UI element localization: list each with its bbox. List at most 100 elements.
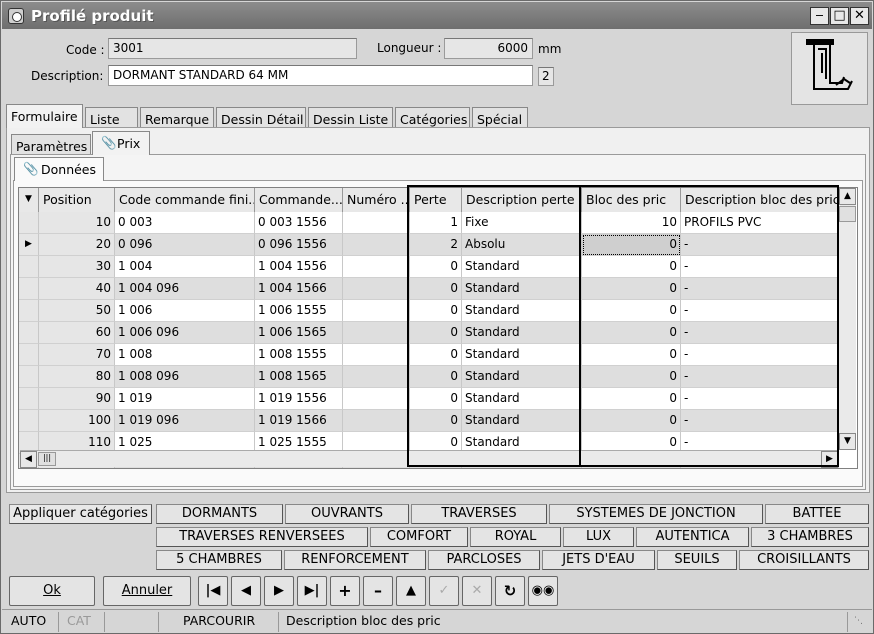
cell-bloc[interactable]: 0: [582, 410, 681, 432]
cell-code[interactable]: 1 008: [115, 344, 255, 366]
cell-code[interactable]: 1 006 096: [115, 322, 255, 344]
cell-desc-perte[interactable]: Standard: [462, 388, 582, 410]
category-button[interactable]: TRAVERSES: [411, 504, 547, 524]
col-header-position[interactable]: Position: [39, 188, 115, 212]
row-indicator[interactable]: [19, 366, 39, 388]
previous-record-icon[interactable]: ◀: [231, 576, 261, 606]
cell-desc-bloc[interactable]: -: [681, 234, 839, 256]
maximize-button[interactable]: □: [830, 7, 849, 25]
longueur-field[interactable]: 6000: [444, 38, 533, 59]
delete-record-icon[interactable]: –: [363, 576, 393, 606]
cell-numero[interactable]: [343, 212, 410, 234]
edit-record-icon[interactable]: ▲: [396, 576, 426, 606]
cell-bloc[interactable]: 0: [582, 234, 681, 256]
cell-numero[interactable]: [343, 256, 410, 278]
cell-commande[interactable]: 0 003 1556: [255, 212, 343, 234]
cell-numero[interactable]: [343, 322, 410, 344]
cell-commande[interactable]: 1 008 1565: [255, 366, 343, 388]
cell-desc-bloc[interactable]: -: [681, 322, 839, 344]
cell-perte[interactable]: 0: [410, 388, 462, 410]
cell-desc-perte[interactable]: Standard: [462, 278, 582, 300]
cell-bloc[interactable]: 0: [582, 322, 681, 344]
code-field[interactable]: 3001: [108, 38, 357, 59]
description-field[interactable]: DORMANT STANDARD 64 MM: [108, 65, 533, 86]
cell-desc-bloc[interactable]: -: [681, 278, 839, 300]
tab-categories[interactable]: Catégories: [395, 107, 470, 129]
table-row[interactable]: 100 1 019 096 1 019 1566 0 Standard 0-: [19, 410, 839, 432]
cell-code[interactable]: 0 003: [115, 212, 255, 234]
scroll-down-icon[interactable]: ▼: [839, 433, 856, 450]
cell-bloc[interactable]: 0: [582, 388, 681, 410]
table-row[interactable]: 50 1 006 1 006 1555 0 Standard 0-: [19, 300, 839, 322]
cell-perte[interactable]: 0: [410, 344, 462, 366]
cell-commande[interactable]: 0 096 1556: [255, 234, 343, 256]
cell-bloc[interactable]: 0: [582, 344, 681, 366]
resize-grip-icon[interactable]: ⋱: [854, 616, 863, 634]
row-indicator[interactable]: [19, 388, 39, 410]
cell-position[interactable]: 50: [39, 300, 115, 322]
annuler-button[interactable]: Annuler: [103, 576, 191, 606]
table-row[interactable]: 80 1 008 096 1 008 1565 0 Standard 0-: [19, 366, 839, 388]
cell-desc-perte[interactable]: Fixe: [462, 212, 582, 234]
row-indicator[interactable]: [19, 344, 39, 366]
minimize-button[interactable]: ‒: [810, 7, 829, 25]
cell-numero[interactable]: [343, 300, 410, 322]
cell-perte[interactable]: 2: [410, 234, 462, 256]
category-button[interactable]: OUVRANTS: [285, 504, 409, 524]
cell-numero[interactable]: [343, 234, 410, 256]
last-record-icon[interactable]: ▶|: [297, 576, 327, 606]
table-row[interactable]: 90 1 019 1 019 1556 0 Standard 0-: [19, 388, 839, 410]
cell-position[interactable]: 70: [39, 344, 115, 366]
table-row[interactable]: 30 1 004 1 004 1556 0 Standard 0-: [19, 256, 839, 278]
category-button[interactable]: JETS D'EAU: [542, 550, 655, 570]
table-row[interactable]: 40 1 004 096 1 004 1566 0 Standard 0-: [19, 278, 839, 300]
cell-numero[interactable]: [343, 388, 410, 410]
row-indicator[interactable]: [19, 322, 39, 344]
row-indicator[interactable]: [19, 410, 39, 432]
category-button[interactable]: LUX: [563, 527, 634, 547]
column-menu-icon[interactable]: ▼: [19, 188, 39, 212]
cell-code[interactable]: 1 006: [115, 300, 255, 322]
cell-desc-bloc[interactable]: -: [681, 344, 839, 366]
horizontal-scroll-thumb[interactable]: |||: [38, 452, 56, 466]
col-header-desc-bloc[interactable]: Description bloc des pric: [681, 188, 839, 212]
current-row-indicator-icon[interactable]: ▶: [19, 234, 39, 256]
cell-position[interactable]: 10: [39, 212, 115, 234]
category-button[interactable]: AUTENTICA: [636, 527, 749, 547]
cell-desc-bloc[interactable]: -: [681, 366, 839, 388]
category-button[interactable]: DORMANTS: [156, 504, 283, 524]
category-button[interactable]: TRAVERSES RENVERSEES: [156, 527, 368, 547]
cell-desc-perte[interactable]: Standard: [462, 322, 582, 344]
cell-desc-perte[interactable]: Standard: [462, 366, 582, 388]
cell-commande[interactable]: 1 004 1556: [255, 256, 343, 278]
tab-special[interactable]: Spécial: [472, 107, 528, 129]
cell-desc-perte[interactable]: Standard: [462, 256, 582, 278]
tab-donnees[interactable]: 📎 Données: [14, 157, 104, 181]
cell-desc-bloc[interactable]: -: [681, 410, 839, 432]
cell-position[interactable]: 100: [39, 410, 115, 432]
cell-desc-bloc[interactable]: -: [681, 388, 839, 410]
category-button[interactable]: 3 CHAMBRES: [751, 527, 869, 547]
category-button[interactable]: RENFORCEMENT: [284, 550, 426, 570]
first-record-icon[interactable]: |◀: [198, 576, 228, 606]
tab-dessin-detail[interactable]: Dessin Détail: [216, 107, 306, 129]
category-button[interactable]: BATTEE: [765, 504, 869, 524]
tab-formulaire[interactable]: Formulaire: [6, 104, 83, 128]
cell-desc-perte[interactable]: Standard: [462, 410, 582, 432]
cell-desc-perte[interactable]: Standard: [462, 300, 582, 322]
cell-commande[interactable]: 1 008 1555: [255, 344, 343, 366]
cell-numero[interactable]: [343, 366, 410, 388]
category-button[interactable]: PARCLOSES: [428, 550, 540, 570]
row-indicator[interactable]: [19, 212, 39, 234]
cell-perte[interactable]: 1: [410, 212, 462, 234]
cell-perte[interactable]: 0: [410, 410, 462, 432]
cell-perte[interactable]: 0: [410, 278, 462, 300]
scroll-left-icon[interactable]: ◀: [20, 451, 37, 468]
refresh-icon[interactable]: ↻: [495, 576, 525, 606]
close-button[interactable]: ✕: [850, 7, 869, 25]
col-header-code[interactable]: Code commande fini...: [115, 188, 255, 212]
cell-numero[interactable]: [343, 344, 410, 366]
scroll-right-icon[interactable]: ▶: [821, 451, 838, 468]
cell-code[interactable]: 0 096: [115, 234, 255, 256]
cell-bloc[interactable]: 0: [582, 278, 681, 300]
